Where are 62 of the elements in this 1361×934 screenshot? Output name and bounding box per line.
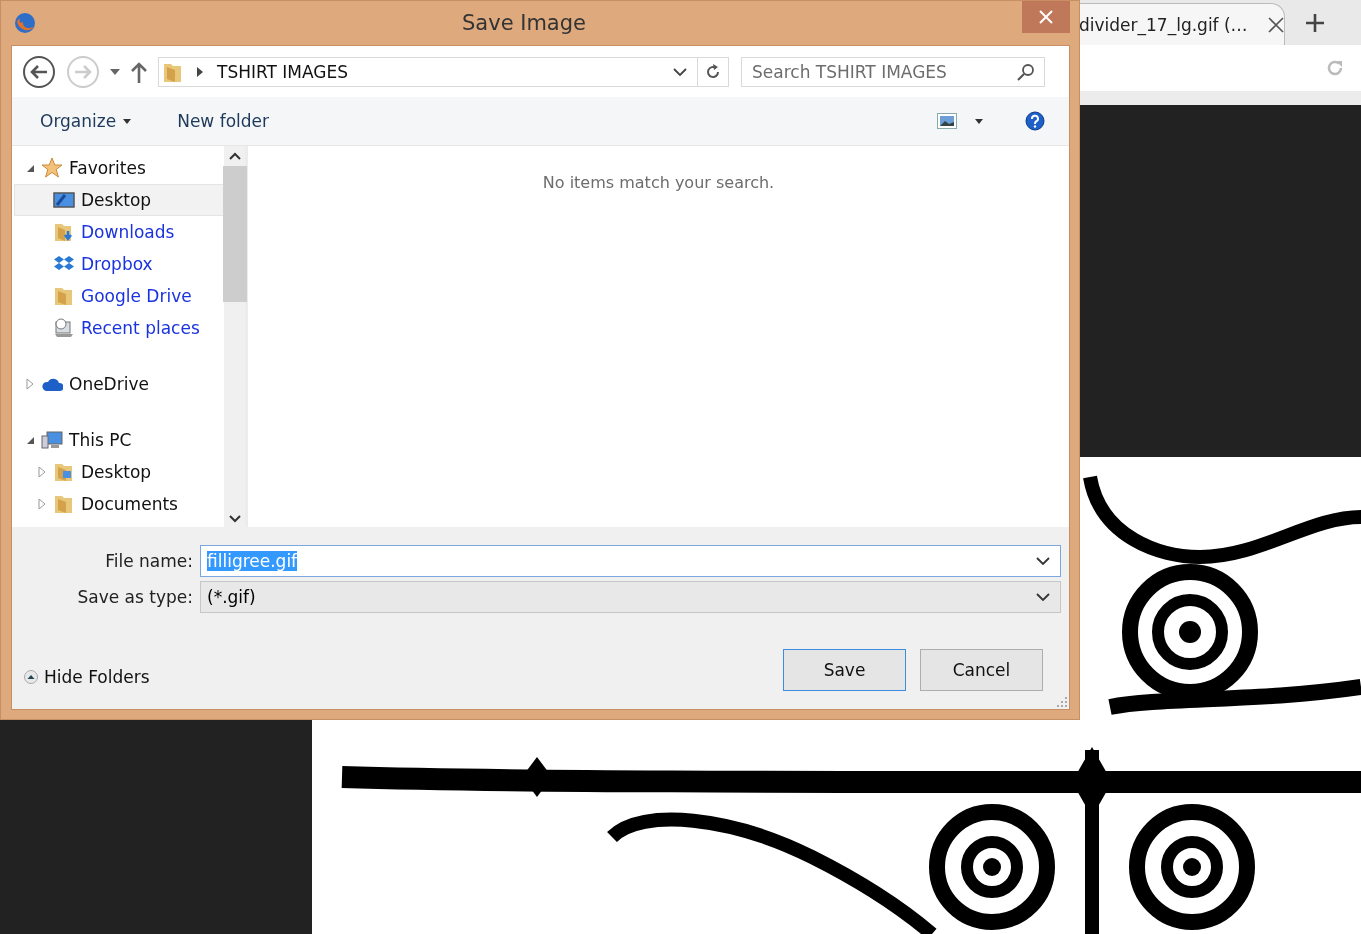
- file-type-dropdown[interactable]: (*.gif): [200, 581, 1061, 613]
- caret-icon: [123, 118, 132, 124]
- field-label: File name:: [104, 551, 193, 571]
- chevron-down-icon[interactable]: [673, 67, 687, 76]
- folder-path: TSHIRT IMAGES: [217, 61, 350, 82]
- tree-item[interactable]: Desktop: [14, 184, 224, 216]
- tab-title: divider_17_lg.gif (…: [1079, 14, 1248, 35]
- scroll-up-icon[interactable]: [228, 152, 241, 160]
- app-icon: [14, 12, 36, 34]
- search-field[interactable]: Search TSHIRT IMAGES: [741, 56, 1045, 87]
- scrollbar[interactable]: [224, 146, 248, 527]
- resize-grip-icon[interactable]: [1057, 697, 1067, 707]
- organize-menu-button[interactable]: Organize: [32, 107, 140, 135]
- chevron-down-icon[interactable]: [1036, 593, 1050, 601]
- chevron-down-icon[interactable]: [1036, 557, 1050, 565]
- plus-icon[interactable]: [1305, 13, 1325, 33]
- cancel-button[interactable]: Cancel: [920, 649, 1043, 691]
- tree-item[interactable]: Google Drive: [14, 280, 224, 312]
- tree-item[interactable]: Downloads: [14, 216, 224, 248]
- close-icon[interactable]: [1267, 16, 1284, 33]
- collapse-icon: [24, 670, 38, 684]
- window-title: Save Image: [461, 11, 587, 35]
- collapsed-arrow-icon[interactable]: [25, 378, 35, 390]
- field-value: filligree.gif: [207, 551, 298, 571]
- caret-icon[interactable]: [975, 118, 983, 124]
- address-bar[interactable]: TSHIRT IMAGES: [158, 56, 698, 87]
- save-button[interactable]: Save: [783, 649, 906, 691]
- folder-icon: [53, 493, 75, 515]
- folder-icon: [53, 285, 75, 307]
- tree-item[interactable]: Recent places: [14, 312, 224, 344]
- new-folder-button[interactable]: New folder: [169, 107, 277, 135]
- search-icon: [1017, 62, 1035, 81]
- collapsed-arrow-icon[interactable]: [37, 466, 47, 478]
- view-icon[interactable]: [937, 113, 957, 129]
- collapsed-arrow-icon[interactable]: [37, 498, 47, 510]
- tree-item[interactable]: Documents: [14, 488, 224, 520]
- empty-message: No items match your search.: [542, 173, 775, 194]
- chevron-right-icon: [197, 66, 203, 77]
- computer-clock-icon: [53, 317, 75, 339]
- folder-icon: [53, 461, 75, 483]
- close-icon: [1039, 10, 1053, 24]
- tree-item[interactable]: Favorites: [14, 152, 224, 184]
- star-icon: [41, 157, 63, 179]
- computer-icon: [41, 429, 63, 451]
- tree-item[interactable]: This PC: [14, 424, 224, 456]
- caret-icon[interactable]: [110, 68, 120, 75]
- scrollbar-thumb[interactable]: [222, 166, 247, 302]
- tree-item[interactable]: Desktop: [14, 456, 224, 488]
- refresh-icon: [704, 62, 722, 81]
- tree-item[interactable]: Dropbox: [14, 248, 224, 280]
- scroll-down-icon[interactable]: [228, 515, 241, 523]
- monitor-icon: [53, 189, 75, 211]
- up-arrow-icon[interactable]: [130, 60, 148, 83]
- close-button[interactable]: [1022, 1, 1070, 33]
- field-value: (*.gif): [207, 587, 257, 607]
- field-label: Save as type:: [76, 587, 193, 607]
- tree-item[interactable]: OneDrive: [14, 368, 224, 400]
- folder-icon: [53, 221, 75, 243]
- refresh-button[interactable]: [697, 56, 729, 87]
- back-icon[interactable]: [22, 54, 56, 89]
- hide-folders-button[interactable]: Hide Folders: [24, 667, 150, 687]
- help-icon[interactable]: [1025, 111, 1045, 131]
